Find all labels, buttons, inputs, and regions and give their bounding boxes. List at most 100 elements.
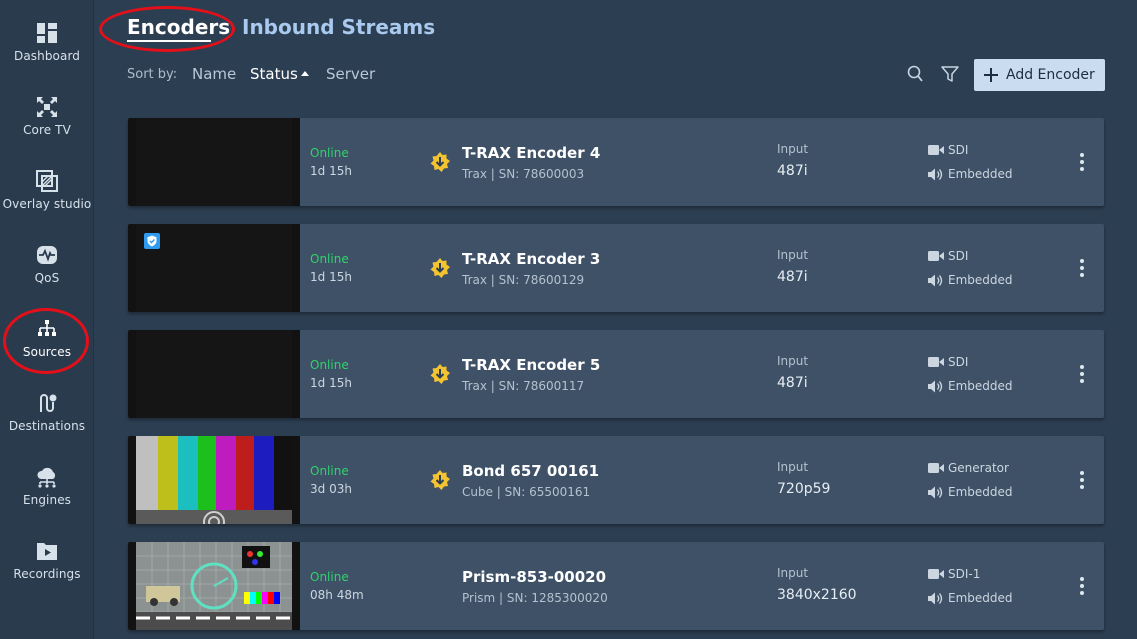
encoder-name[interactable]: Bond 657 00161 xyxy=(462,462,599,480)
video-camera-icon xyxy=(928,357,944,367)
video-camera-icon xyxy=(928,463,944,473)
uptime-text: 1d 15h xyxy=(310,270,352,284)
encoder-type-icon xyxy=(430,152,450,172)
overlay-studio-icon xyxy=(36,170,58,192)
sidebar-item-dashboard[interactable]: Dashboard xyxy=(0,0,94,72)
input-label: Input xyxy=(777,142,809,156)
verified-shield-icon xyxy=(144,233,160,249)
input-format: 487i xyxy=(777,375,808,391)
more-options-icon[interactable] xyxy=(1074,152,1090,172)
qos-icon xyxy=(37,246,57,264)
audio-source: Embedded xyxy=(948,591,1013,605)
encoder-serial: Cube | SN: 65500161 xyxy=(462,485,591,499)
plus-icon xyxy=(984,68,998,82)
sidebar-item-label: Destinations xyxy=(8,419,86,433)
video-camera-icon xyxy=(928,145,944,155)
speaker-icon xyxy=(928,274,943,287)
encoder-serial: Prism | SN: 1285300020 xyxy=(462,591,608,605)
sidebar-item-recordings[interactable]: Recordings xyxy=(0,518,94,590)
encoder-type-icon xyxy=(430,364,450,384)
more-options-icon[interactable] xyxy=(1074,364,1090,384)
speaker-icon xyxy=(928,486,943,499)
sidebar-item-destinations[interactable]: Destinations xyxy=(0,370,94,442)
encoder-name[interactable]: T-RAX Encoder 3 xyxy=(462,250,600,268)
tab-encoders[interactable]: Encoders xyxy=(127,15,230,39)
audio-source: Embedded xyxy=(948,485,1013,499)
more-options-icon[interactable] xyxy=(1074,576,1090,596)
filter-icon[interactable] xyxy=(940,64,960,84)
uptime-text: 08h 48m xyxy=(310,588,364,602)
encoder-row[interactable]: Online 1d 15h T-RAX Encoder 4 Trax | SN:… xyxy=(128,118,1104,206)
audio-source: Embedded xyxy=(948,379,1013,393)
add-encoder-label: Add Encoder xyxy=(1006,67,1095,83)
sources-icon xyxy=(38,320,56,336)
sort-label: Sort by: xyxy=(127,67,178,82)
core-tv-icon xyxy=(37,97,57,117)
sort-option-status[interactable]: Status xyxy=(250,65,298,83)
active-tab-underline xyxy=(127,40,211,42)
more-options-icon[interactable] xyxy=(1074,258,1090,278)
input-label: Input xyxy=(777,566,809,580)
add-encoder-button[interactable]: Add Encoder xyxy=(974,59,1105,91)
more-options-icon[interactable] xyxy=(1074,470,1090,490)
status-text: Online xyxy=(310,146,349,160)
video-source: SDI-1 xyxy=(948,567,981,581)
sort-option-server[interactable]: Server xyxy=(326,65,375,83)
video-source: Generator xyxy=(948,461,1009,475)
video-source: SDI xyxy=(948,355,969,369)
uptime-text: 1d 15h xyxy=(310,376,352,390)
audio-source: Embedded xyxy=(948,273,1013,287)
video-camera-icon xyxy=(928,569,944,579)
status-text: Online xyxy=(310,570,349,584)
sidebar-item-overlay-studio[interactable]: Overlay studio xyxy=(0,148,94,220)
sidebar-item-qos[interactable]: QoS xyxy=(0,222,94,294)
encoder-name[interactable]: Prism-853-00020 xyxy=(462,568,606,586)
input-format: 720p59 xyxy=(777,481,831,497)
input-format: 487i xyxy=(777,269,808,285)
sort-ascending-caret-icon xyxy=(301,71,309,76)
encoder-serial: Trax | SN: 78600003 xyxy=(462,167,585,181)
sidebar-item-label: Sources xyxy=(22,345,72,359)
recordings-icon xyxy=(37,543,57,560)
sidebar-item-label: Overlay studio xyxy=(2,197,92,211)
encoder-type-icon xyxy=(430,470,450,490)
input-label: Input xyxy=(777,460,809,474)
encoder-row[interactable]: Online 3d 03h Bond 657 00161 Cube | SN: … xyxy=(128,436,1104,524)
speaker-icon xyxy=(928,592,943,605)
video-source: SDI xyxy=(948,143,969,157)
audio-source: Embedded xyxy=(948,167,1013,181)
encoder-preview-thumbnail xyxy=(128,330,300,418)
encoder-preview-thumbnail xyxy=(128,436,300,524)
sidebar-item-label: Dashboard xyxy=(13,49,80,63)
color-bars-preview xyxy=(136,436,292,524)
sidebar-item-engines[interactable]: Engines xyxy=(0,444,94,516)
search-icon[interactable] xyxy=(906,64,926,84)
speaker-icon xyxy=(928,168,943,181)
status-text: Online xyxy=(310,464,349,478)
video-source: SDI xyxy=(948,249,969,263)
speaker-icon xyxy=(928,380,943,393)
engines-icon xyxy=(37,467,56,488)
encoder-row[interactable]: Online 1d 15h T-RAX Encoder 3 Trax | SN:… xyxy=(128,224,1104,312)
encoder-row[interactable]: Online 08h 48m Prism-853-00020 Prism | S… xyxy=(128,542,1104,630)
input-label: Input xyxy=(777,354,809,368)
input-label: Input xyxy=(777,248,809,262)
encoder-type-icon xyxy=(430,258,450,278)
encoder-preview-thumbnail xyxy=(128,224,300,312)
encoder-name[interactable]: T-RAX Encoder 5 xyxy=(462,356,600,374)
sidebar-item-core-tv[interactable]: Core TV xyxy=(0,74,94,146)
sidebar-item-sources[interactable]: Sources xyxy=(0,296,94,368)
dashboard-icon xyxy=(37,23,57,43)
encoder-serial: Trax | SN: 78600129 xyxy=(462,273,585,287)
encoder-row[interactable]: Online 1d 15h T-RAX Encoder 5 Trax | SN:… xyxy=(128,330,1104,418)
status-text: Online xyxy=(310,358,349,372)
encoder-name[interactable]: T-RAX Encoder 4 xyxy=(462,144,600,162)
tab-inbound-streams[interactable]: Inbound Streams xyxy=(242,15,435,39)
status-text: Online xyxy=(310,252,349,266)
sort-option-name[interactable]: Name xyxy=(192,65,236,83)
encoder-preview-thumbnail xyxy=(128,118,300,206)
test-pattern-preview xyxy=(136,542,292,630)
input-format: 3840x2160 xyxy=(777,587,857,603)
sidebar-item-label: QoS xyxy=(34,271,60,285)
sidebar-item-label: Core TV xyxy=(23,123,71,137)
